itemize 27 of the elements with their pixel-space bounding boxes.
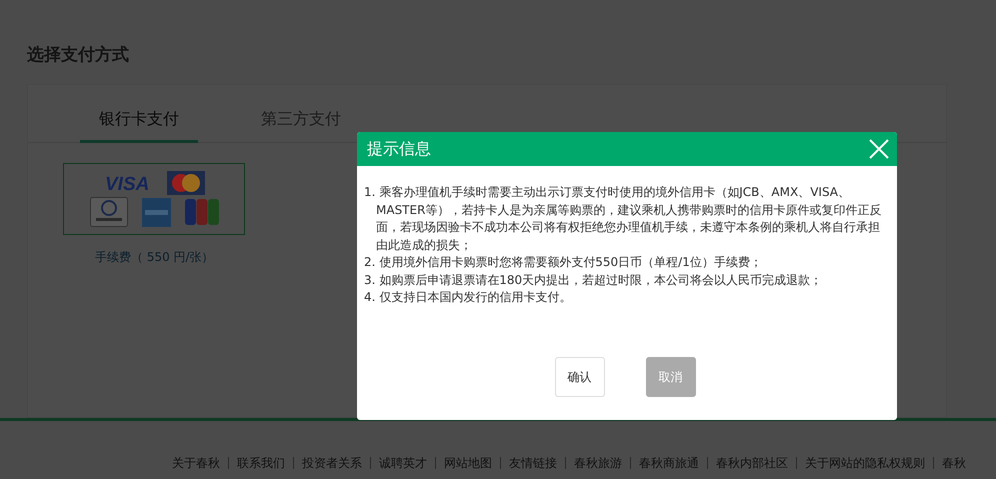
- footer-link[interactable]: 友情链接: [500, 457, 565, 469]
- confirm-button[interactable]: 确认: [554, 357, 604, 397]
- footer-link[interactable]: 网站地图: [435, 457, 500, 469]
- card-option[interactable]: VISA: [63, 163, 245, 235]
- jcb-logo-icon: [184, 199, 218, 225]
- notice-item: 1. 乘客办理值机手续时需要主动出示订票支付时使用的境外信用卡（如JCB、AMX、VISA、MASTER等），若持卡人是为亲属等购票的，建议乘机人携带购票时的信用卡原件或复印件正反面，若现场因验卡不成功本公司将有权拒绝您办理值机手续，未遵守本条例的乘机人将自行承担由此造成的损失；: [364, 184, 882, 254]
- close-icon[interactable]: [869, 139, 889, 159]
- footer-link[interactable]: 春秋旅游: [565, 457, 630, 469]
- cancel-button[interactable]: 取消: [646, 357, 696, 397]
- visa-logo-icon: VISA: [103, 173, 153, 193]
- notice-item: 4. 仅支持日本国内发行的信用卡支付。: [364, 289, 572, 306]
- footer-link[interactable]: 联系我们: [228, 457, 293, 469]
- fee-text: 手续费（ 550 円/张）: [95, 249, 214, 266]
- footer-link[interactable]: 春秋商旅通: [630, 457, 707, 469]
- footer-link[interactable]: 投资者关系: [293, 457, 370, 469]
- footer-link[interactable]: 春秋内部社区: [707, 457, 796, 469]
- mastercard-logo-icon: [167, 171, 205, 195]
- footer-link[interactable]: 关于春秋: [172, 457, 228, 469]
- footer-link[interactable]: 诚聘英才: [370, 457, 435, 469]
- footer-link[interactable]: 关于网站的隐私权规则: [796, 457, 933, 469]
- diners-club-logo-icon: [90, 197, 128, 227]
- notice-item: 2. 使用境外信用卡购票时您将需要额外支付550日币（单程/1位）手续费；: [364, 254, 763, 271]
- amex-logo-icon: [142, 198, 170, 226]
- notice-item: 3. 如购票后申请退票请在180天内提出，若超过时限，本公司将会以人民币完成退款；: [364, 272, 824, 288]
- tab[interactable]: 银行卡支付: [80, 109, 198, 143]
- footer-link[interactable]: 春秋: [933, 457, 974, 469]
- dialog-title: 提示信息: [367, 138, 431, 160]
